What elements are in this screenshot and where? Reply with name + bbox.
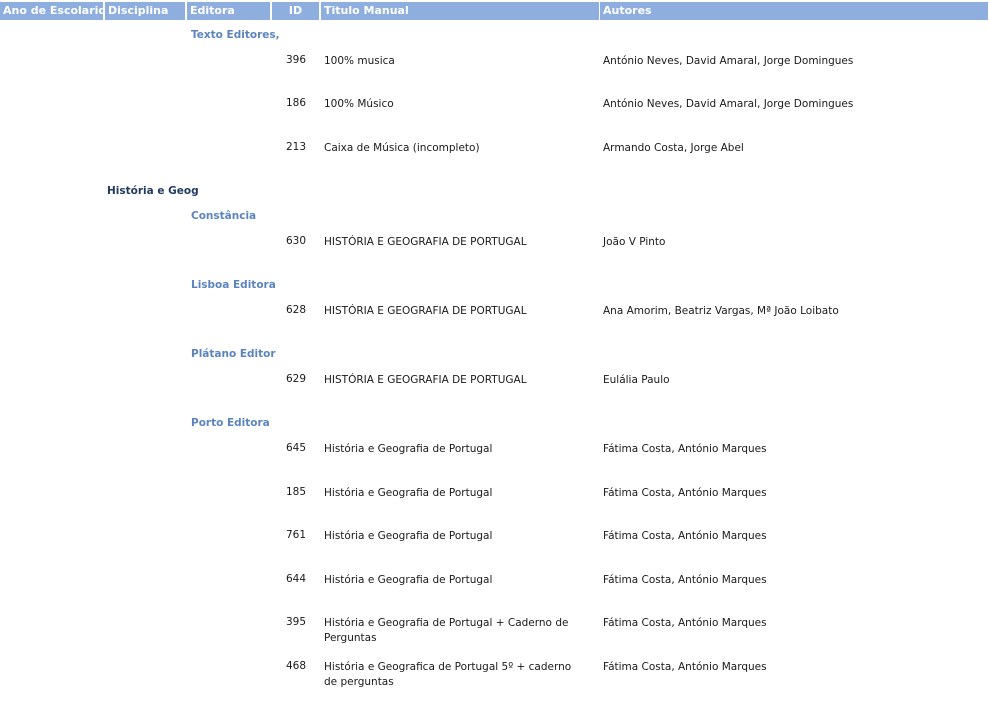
row-id: 213 [285, 141, 306, 153]
row-authors: Fátima Costa, António Marques [603, 574, 767, 586]
row-id: 644 [285, 573, 306, 585]
row-title: Caixa de Música (incompleto) [324, 142, 480, 154]
row-id: 468 [285, 660, 306, 672]
discipline-label: História e Geog [107, 185, 199, 197]
row-authors: João V Pinto [603, 236, 666, 248]
header-ano-escolaridade: Ano de Escolaridade [0, 2, 103, 20]
row-id: 630 [285, 235, 306, 247]
row-title: História e Geografia de Portugal [324, 574, 493, 586]
row-title: HISTÓRIA E GEOGRAFIA DE PORTUGAL [324, 236, 527, 248]
publisher-label: Texto Editores, [191, 29, 280, 41]
row-title: 100% musica [324, 55, 395, 67]
row-title: 100% Músico [324, 98, 394, 110]
row-id: 185 [285, 486, 306, 498]
publisher-label: Porto Editora [191, 417, 270, 429]
row-title: História e Geografia de Portugal [324, 530, 493, 542]
row-authors: Fátima Costa, António Marques [603, 530, 767, 542]
row-id: 628 [285, 304, 306, 316]
row-authors: Eulália Paulo [603, 374, 670, 386]
header-disciplina: Disciplina [105, 2, 185, 20]
publisher-label: Plátano Editor [191, 348, 276, 360]
row-title: História e Geografia de Portugal + Cader… [324, 617, 569, 644]
header-editora: Editora [187, 2, 270, 20]
row-authors: Fátima Costa, António Marques [603, 487, 767, 499]
row-title: História e Geografia de Portugal [324, 443, 493, 455]
publisher-label: Constância [191, 210, 257, 222]
row-id: 645 [285, 442, 306, 454]
row-authors: Fátima Costa, António Marques [603, 443, 767, 455]
row-authors: Ana Amorim, Beatriz Vargas, Mª João Loib… [603, 305, 839, 317]
row-title: HISTÓRIA E GEOGRAFIA DE PORTUGAL [324, 305, 527, 317]
row-title: História e Geografica de Portugal 5º + c… [324, 661, 572, 688]
publisher-label: Lisboa Editora [191, 279, 276, 291]
header-titulo-manual: Titulo Manual [321, 2, 599, 20]
header-autores: Autores [600, 2, 988, 20]
row-title: HISTÓRIA E GEOGRAFIA DE PORTUGAL [324, 374, 527, 386]
row-authors: Fátima Costa, António Marques [603, 617, 767, 629]
row-id: 186 [285, 97, 306, 109]
row-authors: Armando Costa, Jorge Abel [603, 142, 744, 154]
header-id: ID [272, 2, 319, 20]
row-authors: António Neves, David Amaral, Jorge Domin… [603, 98, 854, 110]
row-authors: António Neves, David Amaral, Jorge Domin… [603, 55, 854, 67]
row-id: 761 [285, 529, 306, 541]
row-authors: Fátima Costa, António Marques [603, 661, 767, 673]
row-id: 395 [285, 616, 306, 628]
row-id: 629 [285, 373, 306, 385]
row-title: História e Geografia de Portugal [324, 487, 493, 499]
row-id: 396 [285, 54, 306, 66]
